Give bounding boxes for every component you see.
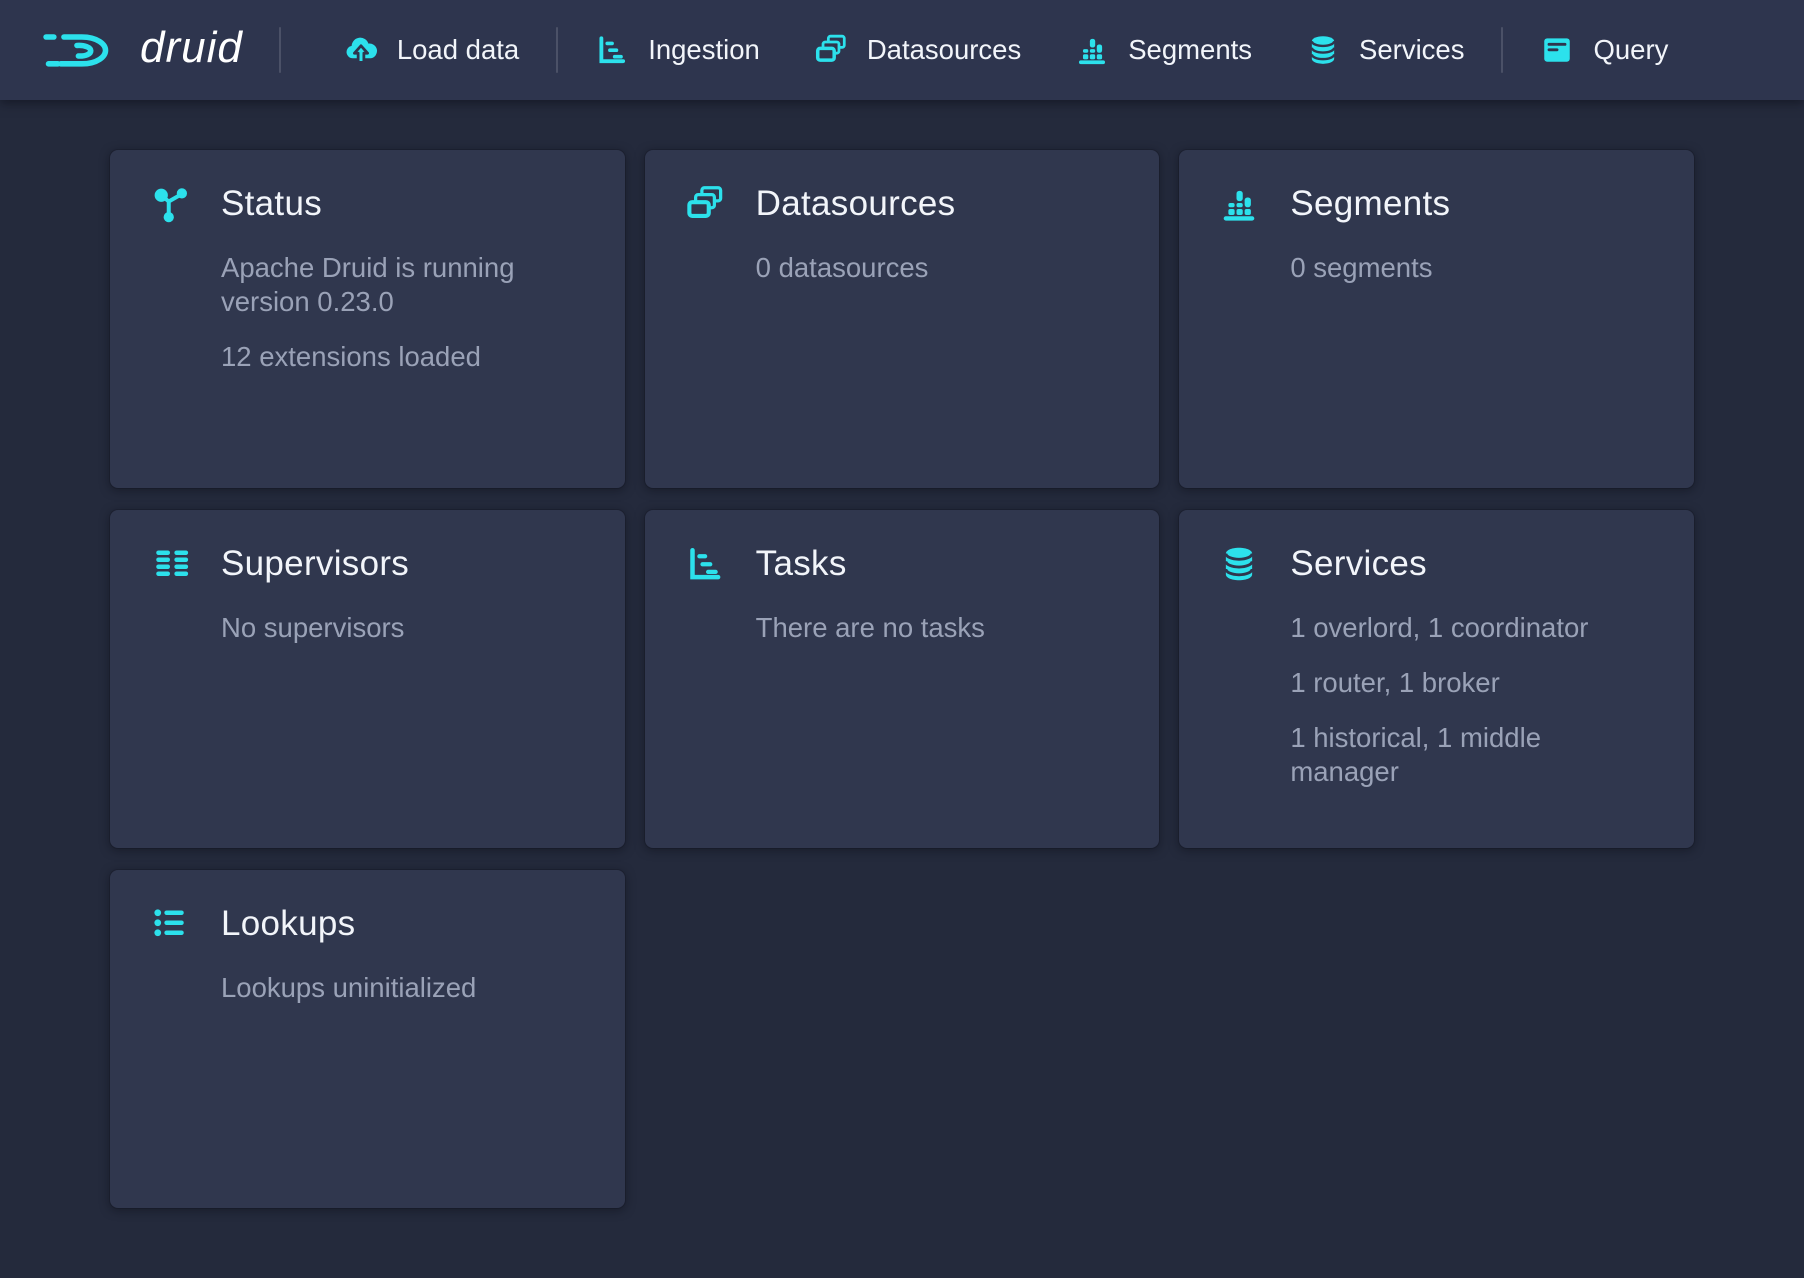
database-icon	[1306, 33, 1340, 67]
card-body: There are no tasks	[756, 611, 1120, 645]
gantt-chart-icon	[685, 544, 725, 584]
card-title: Supervisors	[221, 544, 409, 584]
multi-select-icon	[814, 33, 848, 67]
nav-label: Segments	[1128, 34, 1252, 66]
multi-select-icon	[685, 184, 725, 224]
card-body: No supervisors	[221, 611, 585, 645]
card-title: Datasources	[756, 184, 956, 224]
full-stacked-chart-icon	[1219, 184, 1259, 224]
supervisors-card[interactable]: Supervisors No supervisors	[110, 510, 625, 848]
segments-count: 0 segments	[1290, 251, 1654, 285]
services-card[interactable]: Services 1 overlord, 1 coordinator 1 rou…	[1179, 510, 1694, 848]
nav-label: Ingestion	[648, 34, 760, 66]
supervisors-status: No supervisors	[221, 611, 585, 645]
home-cards-grid: Status Apache Druid is running version 0…	[0, 100, 1804, 1208]
status-line: Apache Druid is running	[221, 251, 585, 285]
card-title: Status	[221, 184, 322, 224]
nav-item-datasources[interactable]: Datasources	[787, 18, 1048, 82]
nav-item-segments[interactable]: Segments	[1048, 18, 1279, 82]
services-line: 1 historical, 1 middle manager	[1290, 721, 1654, 789]
card-title: Lookups	[221, 904, 355, 944]
card-title: Services	[1290, 544, 1427, 584]
cloud-upload-icon	[344, 33, 378, 67]
gantt-chart-icon	[595, 33, 629, 67]
database-icon	[1219, 544, 1259, 584]
card-header: Services	[1219, 544, 1654, 584]
tasks-status: There are no tasks	[756, 611, 1120, 645]
properties-icon	[150, 904, 190, 944]
graph-icon	[150, 184, 190, 224]
card-title: Tasks	[756, 544, 847, 584]
navbar-divider	[556, 27, 558, 73]
card-body: Apache Druid is running version 0.23.0 1…	[221, 251, 585, 374]
nav-label: Services	[1359, 34, 1464, 66]
services-line: 1 overlord, 1 coordinator	[1290, 611, 1654, 645]
druid-logo-icon	[40, 24, 122, 76]
status-card[interactable]: Status Apache Druid is running version 0…	[110, 150, 625, 488]
nav-item-load-data[interactable]: Load data	[317, 18, 546, 82]
card-body: 0 segments	[1290, 251, 1654, 285]
datasources-card[interactable]: Datasources 0 datasources	[645, 150, 1160, 488]
card-header: Segments	[1219, 184, 1654, 224]
nav-item-query[interactable]: Query	[1513, 18, 1695, 82]
datasources-count: 0 datasources	[756, 251, 1120, 285]
nav-label: Datasources	[867, 34, 1021, 66]
card-header: Status	[150, 184, 585, 224]
brand-wordmark: druid	[140, 23, 243, 73]
nav-label: Query	[1593, 34, 1668, 66]
lookups-status: Lookups uninitialized	[221, 971, 585, 1005]
tasks-card[interactable]: Tasks There are no tasks	[645, 510, 1160, 848]
nav-label: Load data	[397, 34, 519, 66]
top-navbar: druid Load data Ingestion Datasources Se…	[0, 0, 1804, 100]
card-body: Lookups uninitialized	[221, 971, 585, 1005]
segments-card[interactable]: Segments 0 segments	[1179, 150, 1694, 488]
nav-item-services[interactable]: Services	[1279, 18, 1491, 82]
card-header: Lookups	[150, 904, 585, 944]
card-body: 1 overlord, 1 coordinator 1 router, 1 br…	[1290, 611, 1654, 789]
status-line: version 0.23.0	[221, 285, 585, 319]
lookups-card[interactable]: Lookups Lookups uninitialized	[110, 870, 625, 1208]
card-header: Supervisors	[150, 544, 585, 584]
list-columns-icon	[150, 544, 190, 584]
card-title: Segments	[1290, 184, 1450, 224]
nav-item-ingestion[interactable]: Ingestion	[568, 18, 787, 82]
navbar-divider	[279, 27, 281, 73]
application-icon	[1540, 33, 1574, 67]
druid-brand[interactable]: druid	[40, 24, 243, 76]
card-header: Tasks	[685, 544, 1120, 584]
full-stacked-chart-icon	[1075, 33, 1109, 67]
card-header: Datasources	[685, 184, 1120, 224]
navbar-divider	[1501, 27, 1503, 73]
status-line: 12 extensions loaded	[221, 340, 585, 374]
card-body: 0 datasources	[756, 251, 1120, 285]
services-line: 1 router, 1 broker	[1290, 666, 1654, 700]
